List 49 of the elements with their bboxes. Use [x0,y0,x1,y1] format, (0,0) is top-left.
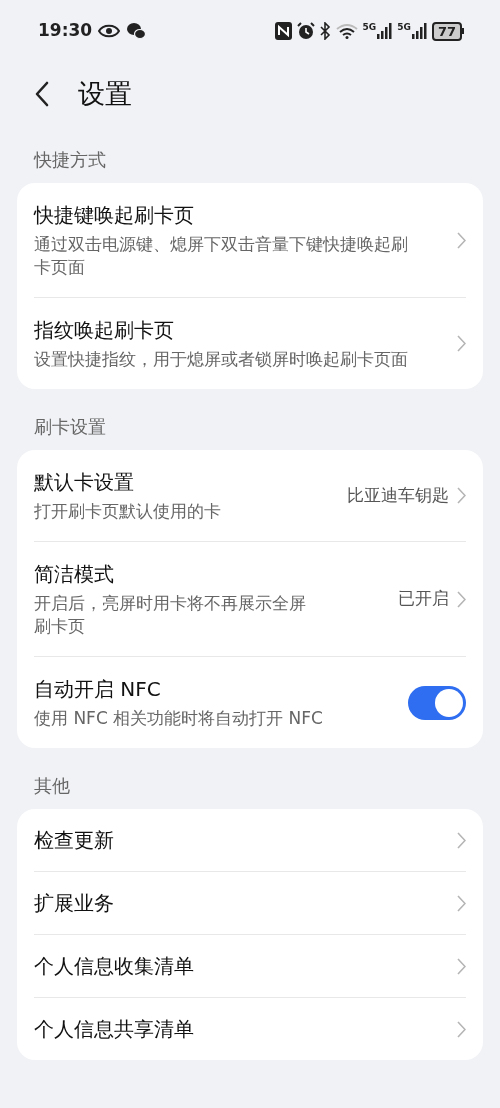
setting-title: 快捷键唤起刷卡页 [34,202,195,229]
eye-icon [98,24,121,38]
setting-description: 通过双击电源键、熄屏下双击音量下键快捷唤起刷卡页面 [34,233,409,279]
chevron-icon [457,831,466,849]
setting-title: 简洁模式 [34,561,115,588]
chevron-icon [457,590,466,608]
nfc-icon [274,22,292,40]
setting-description: 开启后，亮屏时用卡将不再展示全屏刷卡页 [34,592,307,638]
setting-value: 已开启 [398,587,449,611]
setting-description: 设置快捷指纹，用于熄屏或者锁屏时唤起刷卡页面 [34,348,408,371]
section-header: 其他 [34,775,70,796]
settings-row[interactable]: 检查更新 [34,809,466,871]
settings-row[interactable]: 个人信息收集清单 [34,934,466,997]
setting-title: 默认卡设置 [34,469,135,496]
section-header: 快捷方式 [34,149,106,170]
chevron-icon [457,894,466,912]
signal-icon [410,23,427,39]
setting-title: 检查更新 [34,827,114,854]
setting-value: 比亚迪车钥匙 [347,483,449,507]
chevron-icon [457,335,466,352]
setting-title: 个人信息共享清单 [34,1016,194,1043]
setting-title: 扩展业务 [34,890,114,917]
settings-row[interactable]: 简洁模式 开启后，亮屏时用卡将不再展示全屏刷卡页 已开启 [34,541,466,656]
setting-description: 使用 NFC 相关功能时将自动打开 NFC [34,707,323,730]
chevron-icon [457,487,466,504]
setting-title: 自动开启 NFC [34,676,162,703]
chat-icon [126,22,147,40]
page-title: 设置 [78,76,132,111]
chevron-icon [457,1020,466,1038]
bluetooth-icon [319,22,331,40]
setting-title: 指纹唤起刷卡页 [34,317,175,344]
setting-description: 打开刷卡页默认使用的卡 [34,500,221,523]
clock-time: 19:30 [38,19,93,43]
settings-row[interactable]: 扩展业务 [34,871,466,934]
chevron-icon [457,957,466,975]
network-label: 5G [397,23,411,32]
signal-icon [376,23,393,39]
network-label: 5G [362,23,377,32]
setting-title: 个人信息收集清单 [34,953,194,980]
chevron-icon [457,231,466,249]
settings-row[interactable]: 指纹唤起刷卡页 设置快捷指纹，用于熄屏或者锁屏时唤起刷卡页面 [34,297,466,389]
battery-indicator: 77 [431,21,462,41]
toggle-switch[interactable] [408,685,466,720]
section-header: 刷卡设置 [34,416,106,437]
settings-row[interactable]: 默认卡设置 打开刷卡页默认使用的卡 比亚迪车钥匙 [34,450,466,541]
settings-row[interactable]: 个人信息共享清单 [34,997,466,1060]
wifi-icon [335,23,358,39]
alarm-icon [296,22,315,40]
settings-row[interactable]: 快捷键唤起刷卡页 通过双击电源键、熄屏下双击音量下键快捷唤起刷卡页面 [34,183,466,297]
